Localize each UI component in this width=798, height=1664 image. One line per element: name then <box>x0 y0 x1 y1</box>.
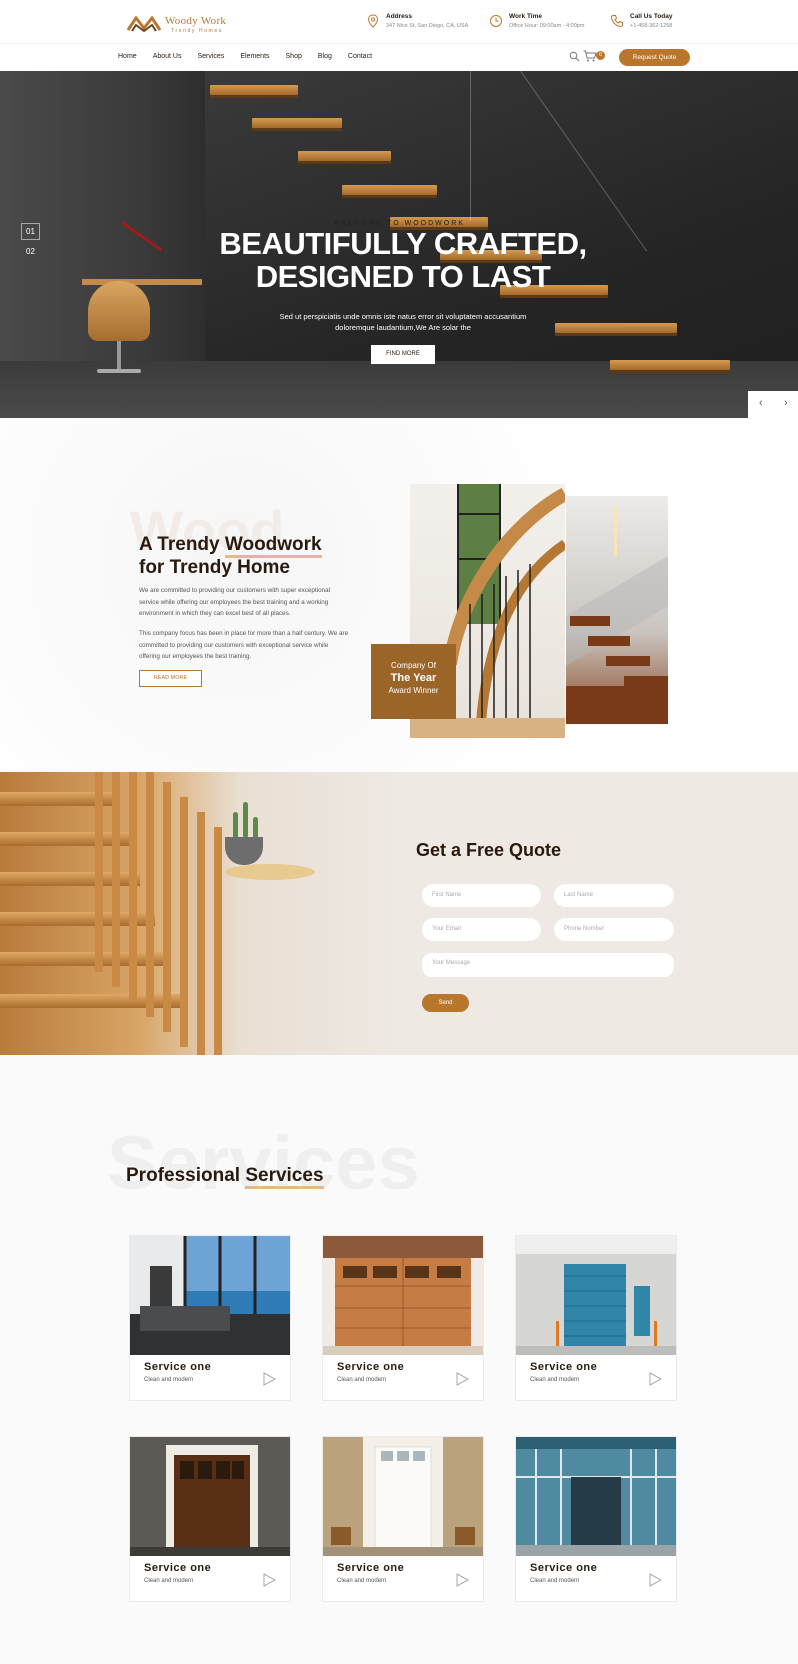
cart-icon[interactable] <box>583 50 597 62</box>
logo-mark-icon <box>127 15 161 32</box>
address-title: Address <box>386 13 413 20</box>
service-title: Service one <box>337 1562 405 1574</box>
call-value[interactable]: +1-458-362-1258 <box>630 23 672 29</box>
about-title-highlight: Woodwork <box>224 534 322 558</box>
read-more-button[interactable]: READ MORE <box>139 670 202 687</box>
services-title: Professional Services <box>126 1165 324 1189</box>
hero-title-line2: DESIGNED TO LAST <box>255 259 551 294</box>
nav-item-shop[interactable]: Shop <box>286 53 302 60</box>
about-title: A Trendy Woodwork for Trendy Home <box>139 533 322 579</box>
clock-icon <box>490 15 502 27</box>
service-card[interactable]: Service one Clean and modern <box>515 1436 677 1602</box>
first-name-field[interactable]: First Name <box>422 884 541 907</box>
send-button[interactable]: Send <box>422 994 469 1012</box>
award-line-1: Company Of <box>391 661 436 670</box>
services-title-a: Professional <box>126 1165 246 1186</box>
service-card[interactable]: Service one Clean and modern <box>129 1436 291 1602</box>
nav-menu: Home About Us Services Elements Shop Blo… <box>118 53 388 60</box>
nav-item-contact[interactable]: Contact <box>348 53 372 60</box>
service-subtitle: Clean and modern <box>144 1377 194 1383</box>
page: Woody Work Trendy Homes Address 347 Nice… <box>0 0 798 1664</box>
nav-item-home[interactable]: Home <box>118 53 137 60</box>
worktime-value: Office Hour: 09:00am - 4:00pm <box>509 23 585 29</box>
service-image-bedroom <box>130 1236 290 1355</box>
call-info: Call Us Today +1-458-362-1258 <box>610 12 700 34</box>
services-section: Services Professional Services Service o… <box>0 1055 798 1664</box>
hero-title-line1: BEAUTIFULLY CRAFTED, <box>219 226 587 261</box>
top-bar: Woody Work Trendy Homes Address 347 Nice… <box>0 0 798 44</box>
message-field[interactable]: Your Message <box>422 953 674 977</box>
next-arrow-icon[interactable]: › <box>784 397 788 409</box>
address-info: Address 347 Nice St, San Diego, CA, USA <box>366 12 476 34</box>
search-icon[interactable] <box>569 51 580 62</box>
find-more-button[interactable]: FIND MORE <box>371 345 435 364</box>
nav-item-elements[interactable]: Elements <box>240 53 269 60</box>
hero-arrows: ‹ › <box>748 391 798 418</box>
service-subtitle: Clean and modern <box>144 1578 194 1584</box>
services-title-highlight: Services <box>245 1165 324 1189</box>
service-subtitle: Clean and modern <box>530 1578 580 1584</box>
service-title: Service one <box>144 1562 212 1574</box>
service-image-front-door <box>130 1437 290 1556</box>
address-value: 347 Nice St, San Diego, CA, USA <box>386 23 469 29</box>
quote-section: Get a Free Quote First Name Last Name Yo… <box>0 772 798 1055</box>
hero-title: BEAUTIFULLY CRAFTED, DESIGNED TO LAST <box>0 227 798 293</box>
nav-item-services[interactable]: Services <box>197 53 224 60</box>
service-card[interactable]: Service one Clean and modern <box>129 1235 291 1401</box>
about-title-a: A Trendy <box>139 534 225 555</box>
call-title: Call Us Today <box>630 13 673 20</box>
worktime-title: Work Time <box>509 13 542 20</box>
hero-slider: 01 02 WELCOME TO WOODWORK BEAUTIFULLY CR… <box>0 71 798 418</box>
stairs-photo-secondary <box>566 496 668 724</box>
worktime-info: Work Time Office Hour: 09:00am - 4:00pm <box>489 12 599 34</box>
play-arrow-icon[interactable] <box>455 1372 469 1386</box>
service-subtitle: Clean and modern <box>337 1377 387 1383</box>
hero-subtitle: Sed ut perspiciatis unde omnis iste natu… <box>279 312 527 332</box>
location-pin-icon <box>367 14 379 28</box>
nav-item-blog[interactable]: Blog <box>318 53 332 60</box>
phone-field[interactable]: Phone Number <box>554 918 674 941</box>
service-title: Service one <box>530 1361 598 1373</box>
about-paragraph-1: We are committed to providing our custom… <box>139 587 330 617</box>
email-field[interactable]: Your Email <box>422 918 541 941</box>
side-table <box>225 864 315 880</box>
service-subtitle: Clean and modern <box>530 1377 580 1383</box>
play-arrow-icon[interactable] <box>455 1573 469 1587</box>
service-title: Service one <box>337 1361 405 1373</box>
service-title: Service one <box>144 1361 212 1373</box>
play-arrow-icon[interactable] <box>262 1573 276 1587</box>
service-image-garage-door <box>323 1236 483 1355</box>
logo-name: Woody Work <box>165 15 227 27</box>
service-image-white-door <box>323 1437 483 1556</box>
main-navigation: Home About Us Services Elements Shop Blo… <box>0 45 798 71</box>
service-card[interactable]: Service one Clean and modern <box>322 1436 484 1602</box>
request-quote-button[interactable]: Request Quote <box>619 49 690 66</box>
service-card[interactable]: Service one Clean and modern <box>322 1235 484 1401</box>
about-section: Wood A Trendy Woodwork for Trendy Home W… <box>0 418 798 772</box>
play-arrow-icon[interactable] <box>648 1372 662 1386</box>
play-arrow-icon[interactable] <box>262 1372 276 1386</box>
service-subtitle: Clean and modern <box>337 1578 387 1584</box>
award-line-3: Award Winner <box>388 686 439 695</box>
service-title: Service one <box>530 1562 598 1574</box>
service-image-industrial-door <box>516 1236 676 1355</box>
last-name-field[interactable]: Last Name <box>554 884 674 907</box>
service-card[interactable]: Service one Clean and modern <box>515 1235 677 1401</box>
prev-arrow-icon[interactable]: ‹ <box>759 397 763 409</box>
services-ghost-word: Services <box>107 1121 420 1206</box>
service-image-glass-entrance <box>516 1437 676 1556</box>
phone-icon <box>610 15 623 28</box>
award-line-2: The Year <box>390 672 437 684</box>
quote-title: Get a Free Quote <box>416 840 562 860</box>
about-title-line2: for Trendy Home <box>139 557 290 578</box>
about-paragraph-2: This company focus has been in place for… <box>139 630 349 660</box>
cart-count-badge: 0 <box>596 51 605 60</box>
nav-item-about-us[interactable]: About Us <box>153 53 182 60</box>
logo-tagline: Trendy Homes <box>171 28 223 34</box>
play-arrow-icon[interactable] <box>648 1573 662 1587</box>
logo[interactable]: Woody Work Trendy Homes <box>127 12 237 36</box>
award-badge: Company Of The Year Award Winner <box>371 644 456 719</box>
